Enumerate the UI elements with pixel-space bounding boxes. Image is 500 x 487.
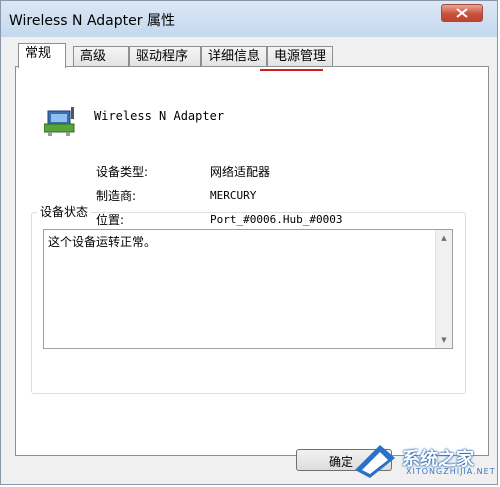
power-tab-highlight (260, 69, 323, 71)
window-title: Wireless N Adapter 属性 (9, 13, 175, 29)
tab-power-management[interactable]: 电源管理 (267, 46, 333, 67)
tab-advanced[interactable]: 高级 (73, 46, 129, 67)
watermark-logo-icon (355, 445, 395, 478)
status-scrollbar[interactable]: ▲ ▼ (435, 230, 452, 348)
title-bar[interactable]: Wireless N Adapter 属性 (1, 1, 497, 37)
tab-driver[interactable]: 驱动程序 (129, 46, 201, 67)
properties-window: Wireless N Adapter 属性 常规 高级 驱动程序 详细信息 电源… (0, 0, 498, 485)
close-icon (456, 8, 468, 18)
close-button[interactable] (441, 4, 483, 22)
dialog-client: 常规 高级 驱动程序 详细信息 电源管理 Wireless N Adapter … (7, 37, 491, 483)
device-status-text: 这个设备运转正常。 (48, 235, 157, 249)
scroll-up-icon[interactable]: ▲ (436, 230, 452, 246)
scroll-down-icon[interactable]: ▼ (436, 332, 452, 348)
network-adapter-icon (44, 107, 75, 136)
watermark-url: XITONGZHIJIA.NET (406, 467, 496, 476)
tab-general[interactable]: 常规 (18, 43, 66, 68)
device-type-label: 设备类型: (96, 165, 149, 179)
manufacturer-value: MERCURY (210, 189, 257, 202)
device-type-value: 网络适配器 (210, 165, 271, 179)
manufacturer-label: 制造商: (96, 189, 137, 203)
tab-details[interactable]: 详细信息 (201, 46, 267, 67)
device-status-label: 设备状态 (37, 203, 92, 220)
site-watermark: 系统之家 XITONGZHIJIA.NET (350, 440, 496, 482)
device-status-textbox[interactable]: 这个设备运转正常。 ▲ ▼ (43, 229, 453, 349)
device-name: Wireless N Adapter (94, 109, 225, 123)
